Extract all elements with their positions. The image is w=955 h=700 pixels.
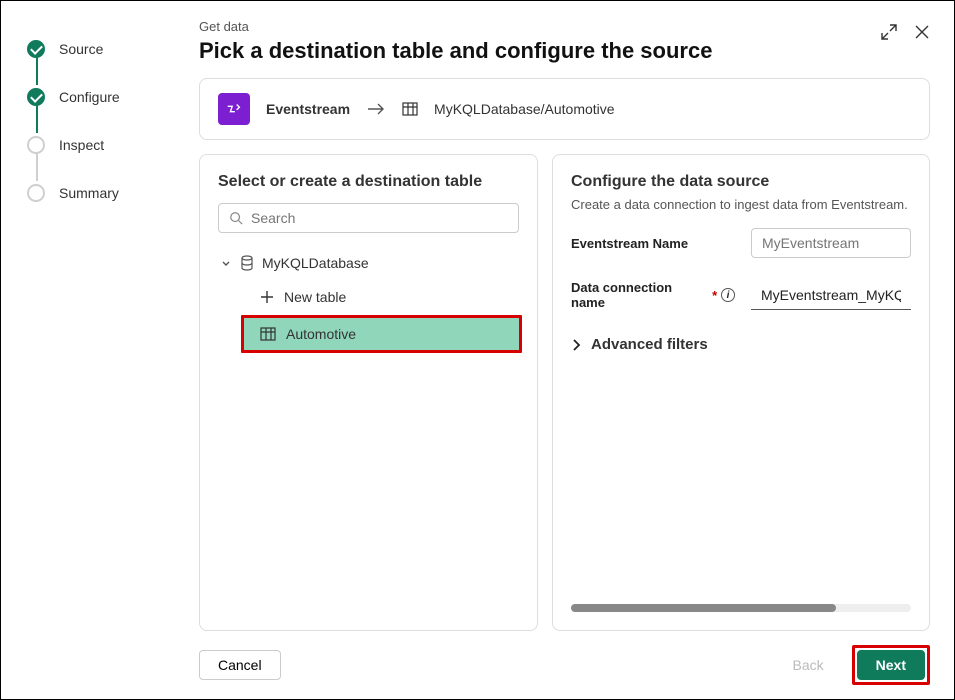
advanced-filters-toggle[interactable]: Advanced filters xyxy=(571,336,911,353)
breadcrumb: Get data xyxy=(199,19,712,34)
close-icon[interactable] xyxy=(914,24,930,40)
search-box[interactable] xyxy=(218,203,519,233)
table-item-automotive[interactable]: Automotive xyxy=(244,318,519,350)
step-label: Configure xyxy=(59,89,120,105)
label-text: Data connection name xyxy=(571,280,708,310)
search-icon xyxy=(229,211,243,225)
info-icon[interactable]: i xyxy=(721,288,735,302)
expand-icon[interactable] xyxy=(880,23,898,41)
panel-title: Select or create a destination table xyxy=(218,173,519,191)
database-icon xyxy=(240,255,254,271)
eventstream-name-input xyxy=(751,228,911,258)
arrow-right-icon xyxy=(366,102,386,116)
advanced-filters-label: Advanced filters xyxy=(591,336,708,353)
page-title: Pick a destination table and configure t… xyxy=(199,38,712,64)
footer-actions: Cancel Back Next xyxy=(199,631,930,685)
connection-name-input[interactable] xyxy=(751,281,911,310)
chevron-down-icon xyxy=(220,257,232,269)
main-content: Get data Pick a destination table and co… xyxy=(181,1,954,699)
destination-label: MyKQLDatabase/Automotive xyxy=(434,101,615,117)
wizard-stepper: Source Configure Inspect Summary xyxy=(1,1,181,699)
step-summary[interactable]: Summary xyxy=(27,169,171,217)
table-icon xyxy=(260,327,276,341)
next-button[interactable]: Next xyxy=(857,650,925,680)
database-tree: MyKQLDatabase New table xyxy=(218,251,519,353)
selected-highlight: Automotive xyxy=(241,315,522,353)
eventstream-icon xyxy=(218,93,250,125)
search-input[interactable] xyxy=(251,210,508,226)
step-configure[interactable]: Configure xyxy=(27,73,171,121)
plus-icon xyxy=(260,290,274,304)
eventstream-name-label: Eventstream Name xyxy=(571,236,688,251)
chevron-right-icon xyxy=(571,338,581,352)
check-icon xyxy=(27,40,45,58)
source-destination-path: Eventstream MyKQLDatabase/Automotive xyxy=(199,78,930,140)
horizontal-scrollbar[interactable] xyxy=(571,604,911,612)
panel-subtitle: Create a data connection to ingest data … xyxy=(571,197,911,212)
connection-name-label: Data connection name * i xyxy=(571,280,735,310)
step-label: Summary xyxy=(59,185,119,201)
destination-table-panel: Select or create a destination table xyxy=(199,154,538,631)
next-highlight: Next xyxy=(852,645,930,685)
table-icon xyxy=(402,102,418,116)
step-source[interactable]: Source xyxy=(27,25,171,73)
required-asterisk: * xyxy=(712,288,717,303)
configure-source-panel: Configure the data source Create a data … xyxy=(552,154,930,631)
cancel-button[interactable]: Cancel xyxy=(199,650,281,680)
new-table-label: New table xyxy=(284,289,346,305)
check-icon xyxy=(27,88,45,106)
back-button: Back xyxy=(775,651,842,679)
circle-icon xyxy=(27,184,45,202)
table-name: Automotive xyxy=(286,326,356,342)
database-name: MyKQLDatabase xyxy=(262,255,369,271)
panel-title: Configure the data source xyxy=(571,173,911,191)
circle-icon xyxy=(27,136,45,154)
database-node[interactable]: MyKQLDatabase xyxy=(218,251,519,275)
new-table-button[interactable]: New table xyxy=(244,281,519,313)
source-label: Eventstream xyxy=(266,101,350,117)
step-inspect[interactable]: Inspect xyxy=(27,121,171,169)
step-label: Source xyxy=(59,41,103,57)
step-label: Inspect xyxy=(59,137,104,153)
